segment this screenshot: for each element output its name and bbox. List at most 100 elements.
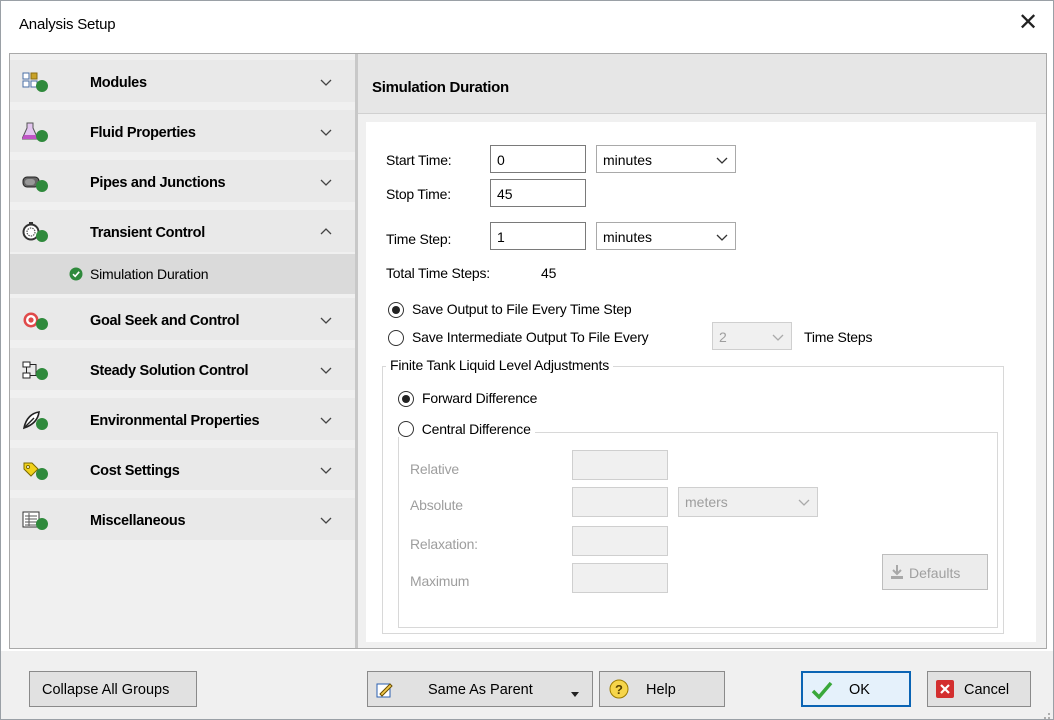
ok-label: OK — [849, 682, 870, 698]
environment-icon — [22, 410, 48, 430]
check-circle-icon — [69, 267, 83, 281]
dropdown-arrow-icon[interactable] — [570, 687, 580, 703]
sidebar-item-label: Miscellaneous — [90, 513, 186, 529]
save-every-step-label: Save Output to File Every Time Step — [412, 301, 632, 317]
central-difference-title: Central Difference — [394, 421, 535, 437]
start-time-input[interactable]: 0 — [490, 145, 586, 173]
sidebar-item-miscellaneous[interactable]: Miscellaneous — [10, 498, 355, 544]
cancel-label: Cancel — [964, 682, 1010, 698]
help-icon: ? — [608, 678, 630, 704]
chevron-down-icon — [318, 362, 334, 378]
sidebar-item-label: Environmental Properties — [90, 413, 260, 429]
relative-input[interactable] — [572, 450, 668, 480]
pipe-icon — [22, 172, 48, 192]
sidebar-item-label: Transient Control — [90, 225, 205, 241]
stop-time-label: Stop Time: — [386, 186, 451, 202]
flask-icon — [21, 122, 48, 142]
chevron-down-icon — [318, 74, 334, 90]
content-area: Modules Fluid Properties Pipes and Junct… — [9, 53, 1047, 649]
time-steps-unit-label: Time Steps — [804, 329, 873, 345]
save-every-step-radio[interactable] — [388, 302, 404, 318]
forward-difference-label: Forward Difference — [422, 390, 538, 406]
cancel-button[interactable]: Cancel — [927, 671, 1031, 707]
sidebar-item-label: Pipes and Junctions — [90, 175, 226, 191]
help-label: Help — [646, 682, 676, 698]
sidebar-item-cost-settings[interactable]: Cost Settings — [10, 448, 355, 494]
total-time-steps-label: Total Time Steps: — [386, 265, 490, 281]
defaults-button[interactable]: Defaults — [882, 554, 988, 590]
sidebar-subitem-label: Simulation Duration — [90, 266, 209, 282]
stopwatch-icon — [22, 222, 48, 242]
chevron-down-icon — [318, 174, 334, 190]
svg-text:?: ? — [615, 682, 623, 697]
start-time-label: Start Time: — [386, 152, 452, 168]
close-icon[interactable]: ✕ — [1015, 10, 1041, 36]
settings-panel: Start Time: 0 minutes Stop Time: 45 Time… — [366, 122, 1036, 642]
stop-time-input[interactable]: 45 — [490, 179, 586, 207]
central-difference-radio[interactable] — [398, 421, 414, 437]
sidebar-item-transient-control[interactable]: Transient Control — [10, 210, 355, 256]
collapse-all-groups-label: Collapse All Groups — [42, 682, 170, 698]
central-difference-label: Central Difference — [421, 421, 531, 437]
sidebar-item-label: Modules — [90, 75, 147, 91]
chevron-down-icon — [318, 462, 334, 478]
checkmark-icon — [811, 679, 833, 705]
chevron-down-icon — [797, 495, 811, 509]
relative-label: Relative — [410, 461, 459, 477]
time-step-unit-value: minutes — [603, 229, 653, 245]
absolute-label: Absolute — [410, 497, 463, 513]
sidebar-item-goal-seek-and-control[interactable]: Goal Seek and Control — [10, 298, 355, 344]
help-button[interactable]: ? Help — [599, 671, 725, 707]
chevron-down-icon — [318, 124, 334, 140]
chevron-down-icon — [318, 412, 334, 428]
section-title: Simulation Duration — [372, 79, 509, 96]
ok-button[interactable]: OK — [801, 671, 911, 707]
sidebar-item-fluid-properties[interactable]: Fluid Properties — [10, 110, 355, 156]
modules-icon — [22, 72, 48, 92]
defaults-button-label: Defaults — [909, 565, 961, 581]
start-time-unit-select[interactable]: minutes — [596, 145, 736, 173]
absolute-unit-select[interactable]: meters — [678, 487, 818, 517]
chevron-down-icon — [715, 230, 729, 244]
absolute-input[interactable] — [572, 487, 668, 517]
time-step-input[interactable]: 1 — [490, 222, 586, 250]
save-intermediate-label: Save Intermediate Output To File Every — [412, 329, 649, 345]
cost-icon — [22, 460, 48, 480]
sidebar-item-steady-solution-control[interactable]: Steady Solution Control — [10, 348, 355, 394]
absolute-unit-value: meters — [685, 494, 728, 510]
time-step-label: Time Step: — [386, 231, 452, 247]
forward-difference-radio[interactable] — [398, 391, 414, 407]
sidebar-item-label: Fluid Properties — [90, 125, 196, 141]
same-as-parent-button[interactable]: Same As Parent — [367, 671, 593, 707]
central-difference-group — [398, 432, 998, 628]
intermediate-interval-select[interactable]: 2 — [712, 322, 792, 350]
sidebar-item-label: Cost Settings — [90, 463, 180, 479]
save-intermediate-radio[interactable] — [388, 330, 404, 346]
sidebar-item-label: Goal Seek and Control — [90, 313, 240, 329]
intermediate-interval-value: 2 — [719, 329, 727, 345]
section-header: Simulation Duration — [358, 54, 1046, 114]
relaxation-input[interactable] — [572, 526, 668, 556]
collapse-all-groups-button[interactable]: Collapse All Groups — [29, 671, 197, 707]
start-time-unit-value: minutes — [603, 152, 653, 168]
relaxation-label: Relaxation: — [410, 536, 478, 552]
sidebar-subitem-simulation-duration[interactable]: Simulation Duration — [10, 254, 355, 294]
time-step-unit-select[interactable]: minutes — [596, 222, 736, 250]
sidebar-item-pipes-and-junctions[interactable]: Pipes and Junctions — [10, 160, 355, 206]
same-as-parent-label: Same As Parent — [428, 682, 533, 698]
sidebar-item-label: Steady Solution Control — [90, 363, 249, 379]
chevron-down-icon — [318, 312, 334, 328]
window-title: Analysis Setup — [19, 16, 116, 33]
total-time-steps-value: 45 — [541, 265, 557, 281]
maximum-input[interactable] — [572, 563, 668, 593]
sidebar-item-environmental-properties[interactable]: Environmental Properties — [10, 398, 355, 444]
sidebar: Modules Fluid Properties Pipes and Junct… — [10, 54, 355, 648]
dialog-footer: Collapse All Groups Same As Parent ? Hel… — [1, 651, 1053, 719]
analysis-setup-window: Analysis Setup ✕ Modules Fluid Propertie… — [0, 0, 1054, 720]
target-icon — [22, 310, 48, 330]
solver-icon — [22, 360, 48, 380]
download-icon — [889, 564, 905, 584]
resize-grip-icon[interactable] — [1041, 707, 1051, 719]
sidebar-item-modules[interactable]: Modules — [10, 60, 355, 106]
chevron-down-icon — [715, 153, 729, 167]
